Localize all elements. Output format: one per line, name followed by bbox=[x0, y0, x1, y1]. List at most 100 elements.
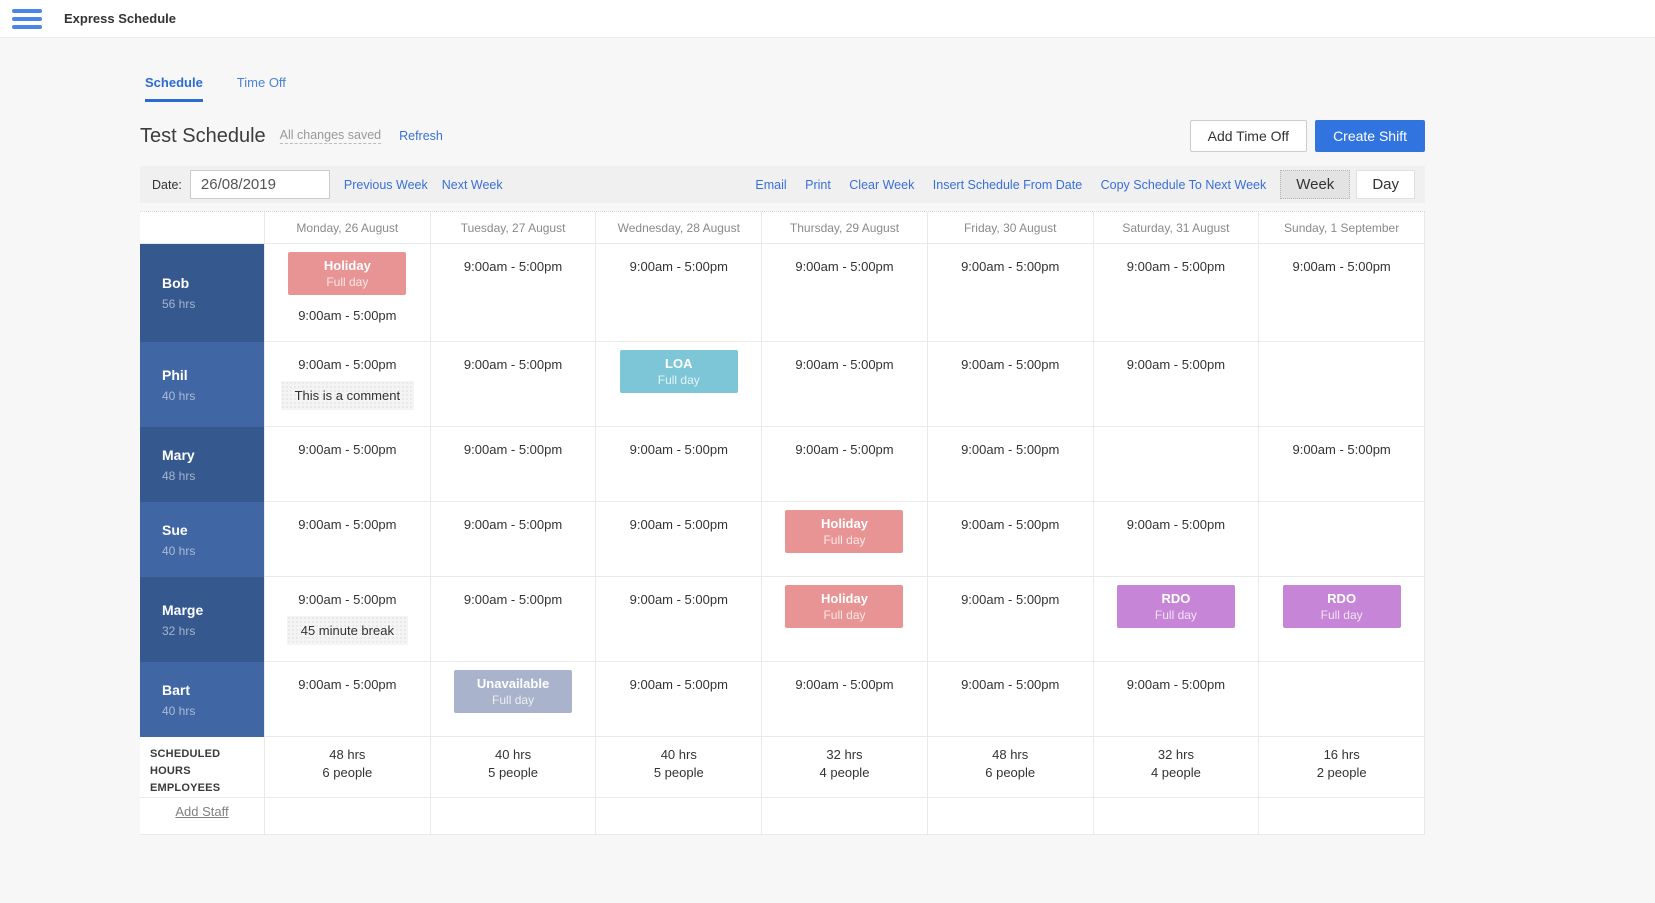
week-view-button[interactable]: Week bbox=[1280, 170, 1350, 199]
shift-cell[interactable]: 9:00am - 5:00pm bbox=[596, 577, 762, 662]
employee-name-cell[interactable]: Phil40 hrs bbox=[140, 342, 265, 427]
add-staff-link[interactable]: Add Staff bbox=[175, 804, 228, 819]
shift-cell[interactable]: 9:00am - 5:00pm bbox=[928, 244, 1094, 342]
shift-cell[interactable]: 9:00am - 5:00pm bbox=[762, 244, 928, 342]
shift-cell[interactable]: 9:00am - 5:00pm bbox=[1094, 244, 1260, 342]
add-time-off-button[interactable]: Add Time Off bbox=[1190, 120, 1307, 152]
day-header: Thursday, 29 August bbox=[762, 212, 928, 244]
shift-cell[interactable]: 9:00am - 5:00pm bbox=[762, 342, 928, 427]
badge-sublabel: Full day bbox=[1283, 608, 1401, 622]
shift-cell[interactable]: 9:00am - 5:00pm bbox=[762, 427, 928, 502]
badge-rdo[interactable]: RDO Full day bbox=[1283, 585, 1401, 628]
shift-time: 9:00am - 5:00pm bbox=[1292, 259, 1390, 274]
shift-cell[interactable]: 9:00am - 5:00pm bbox=[1094, 662, 1260, 737]
tab-bar: Schedule Time Off bbox=[140, 75, 1425, 102]
badge-holiday[interactable]: HolidayFull day bbox=[785, 510, 903, 553]
empty-cell[interactable] bbox=[1259, 789, 1425, 835]
shift-cell[interactable] bbox=[1259, 502, 1425, 577]
shift-cell[interactable]: HolidayFull day bbox=[762, 502, 928, 577]
shift-cell[interactable] bbox=[1094, 427, 1260, 502]
empty-cell[interactable] bbox=[265, 789, 431, 835]
shift-cell[interactable]: LOAFull day bbox=[596, 342, 762, 427]
shift-cell[interactable]: 9:00am - 5:00pm bbox=[431, 577, 597, 662]
email-link[interactable]: Email bbox=[755, 178, 786, 192]
refresh-link[interactable]: Refresh bbox=[399, 129, 443, 143]
day-header-row: Monday, 26 AugustTuesday, 27 AugustWedne… bbox=[140, 212, 1425, 244]
empty-cell[interactable] bbox=[762, 789, 928, 835]
shift-cell[interactable]: 9:00am - 5:00pm bbox=[1259, 244, 1425, 342]
shift-time: 9:00am - 5:00pm bbox=[630, 259, 728, 274]
day-header: Sunday, 1 September bbox=[1259, 212, 1425, 244]
shift-cell[interactable]: 9:00am - 5:00pm bbox=[928, 502, 1094, 577]
shift-cell[interactable]: HolidayFull day bbox=[762, 577, 928, 662]
badge-unavailable[interactable]: UnavailableFull day bbox=[454, 670, 572, 713]
clear-week-link[interactable]: Clear Week bbox=[849, 178, 914, 192]
employee-name-cell[interactable]: Sue40 hrs bbox=[140, 502, 265, 577]
empty-cell[interactable] bbox=[596, 789, 762, 835]
previous-week-link[interactable]: Previous Week bbox=[344, 178, 428, 192]
employee-name-cell[interactable]: Marge32 hrs bbox=[140, 577, 265, 662]
shift-cell[interactable] bbox=[1259, 662, 1425, 737]
shift-cell[interactable]: 9:00am - 5:00pm bbox=[928, 577, 1094, 662]
empty-cell[interactable] bbox=[1094, 789, 1260, 835]
employee-name-cell[interactable]: Mary48 hrs bbox=[140, 427, 265, 502]
shift-time: 9:00am - 5:00pm bbox=[961, 592, 1059, 607]
employee-row: Phil40 hrs9:00am - 5:00pmThis is a comme… bbox=[140, 342, 1425, 427]
shift-cell[interactable]: 9:00am - 5:00pm45 minute break bbox=[265, 577, 431, 662]
tab-time-off[interactable]: Time Off bbox=[237, 75, 286, 102]
employee-name: Sue bbox=[162, 522, 264, 538]
tab-schedule[interactable]: Schedule bbox=[145, 75, 203, 102]
shift-cell[interactable]: 9:00am - 5:00pm bbox=[1094, 502, 1260, 577]
shift-cell[interactable]: 9:00am - 5:00pm bbox=[431, 342, 597, 427]
shift-cell[interactable]: 9:00am - 5:00pm bbox=[928, 342, 1094, 427]
empty-cell[interactable] bbox=[928, 789, 1094, 835]
shift-cell[interactable]: HolidayFull day9:00am - 5:00pm bbox=[265, 244, 431, 342]
shift-cell[interactable]: 9:00am - 5:00pm bbox=[762, 662, 928, 737]
badge-holiday[interactable]: HolidayFull day bbox=[288, 252, 406, 295]
shift-cell[interactable]: 9:00am - 5:00pm bbox=[596, 427, 762, 502]
next-week-link[interactable]: Next Week bbox=[442, 178, 503, 192]
day-view-button[interactable]: Day bbox=[1356, 170, 1415, 199]
print-link[interactable]: Print bbox=[805, 178, 831, 192]
shift-cell[interactable]: 9:00am - 5:00pm bbox=[265, 427, 431, 502]
create-shift-button[interactable]: Create Shift bbox=[1315, 120, 1425, 152]
shift-cell[interactable]: 9:00am - 5:00pm bbox=[596, 502, 762, 577]
employee-name-cell[interactable]: Bart40 hrs bbox=[140, 662, 265, 737]
shift-cell[interactable]: 9:00am - 5:00pm bbox=[596, 662, 762, 737]
shift-time: 9:00am - 5:00pm bbox=[464, 259, 562, 274]
badge-label: RDO bbox=[1283, 591, 1401, 606]
shift-time: 9:00am - 5:00pm bbox=[630, 592, 728, 607]
title-bar: Test Schedule All changes saved Refresh … bbox=[140, 120, 1425, 152]
shift-cell[interactable]: 9:00am - 5:00pm bbox=[431, 502, 597, 577]
shift-cell[interactable]: RDOFull day bbox=[1094, 577, 1260, 662]
shift-cell[interactable]: 9:00am - 5:00pm bbox=[1094, 342, 1260, 427]
total-hours: 32 hrs bbox=[1094, 746, 1259, 764]
badge-loa[interactable]: LOAFull day bbox=[620, 350, 738, 393]
shift-cell[interactable]: 9:00am - 5:00pm bbox=[265, 662, 431, 737]
shift-time: 9:00am - 5:00pm bbox=[298, 677, 396, 692]
badge-holiday[interactable]: HolidayFull day bbox=[785, 585, 903, 628]
shift-cell[interactable] bbox=[1259, 342, 1425, 427]
badge-sublabel: Full day bbox=[785, 608, 903, 622]
menu-icon[interactable] bbox=[12, 9, 42, 29]
shift-cell[interactable]: 9:00am - 5:00pm bbox=[431, 244, 597, 342]
shift-time: 9:00am - 5:00pm bbox=[1127, 357, 1225, 372]
total-people: 6 people bbox=[265, 764, 430, 782]
shift-cell[interactable]: 9:00am - 5:00pmThis is a comment bbox=[265, 342, 431, 427]
copy-schedule-to-next-week-link[interactable]: Copy Schedule To Next Week bbox=[1101, 178, 1267, 192]
shift-cell[interactable]: 9:00am - 5:00pm bbox=[265, 502, 431, 577]
date-input[interactable] bbox=[190, 170, 330, 199]
shift-cell[interactable]: RDO Full day bbox=[1259, 577, 1425, 662]
shift-cell[interactable]: 9:00am - 5:00pm bbox=[596, 244, 762, 342]
shift-cell[interactable]: 9:00am - 5:00pm bbox=[928, 427, 1094, 502]
shift-comment: This is a comment bbox=[281, 381, 414, 410]
employee-name-cell[interactable]: Bob56 hrs bbox=[140, 244, 265, 342]
total-hours: 48 hrs bbox=[928, 746, 1093, 764]
insert-schedule-from-date-link[interactable]: Insert Schedule From Date bbox=[933, 178, 1082, 192]
shift-cell[interactable]: UnavailableFull day bbox=[431, 662, 597, 737]
shift-cell[interactable]: 9:00am - 5:00pm bbox=[928, 662, 1094, 737]
empty-cell[interactable] bbox=[431, 789, 597, 835]
badge-rdo[interactable]: RDOFull day bbox=[1117, 585, 1235, 628]
shift-cell[interactable]: 9:00am - 5:00pm bbox=[1259, 427, 1425, 502]
shift-cell[interactable]: 9:00am - 5:00pm bbox=[431, 427, 597, 502]
